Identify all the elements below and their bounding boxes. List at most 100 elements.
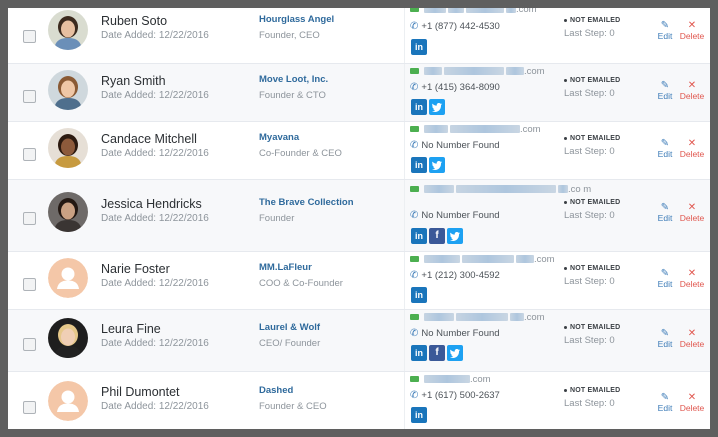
linkedin-icon[interactable]: in: [411, 287, 427, 303]
email-address[interactable]: .com: [410, 66, 558, 78]
phone-icon: ✆: [410, 140, 419, 151]
delete-button[interactable]: ✕ Delete: [678, 268, 706, 290]
delete-button[interactable]: ✕ Delete: [678, 392, 706, 414]
delete-button[interactable]: ✕ Delete: [678, 202, 706, 224]
pencil-square-icon: ✎: [660, 268, 670, 279]
delete-button[interactable]: ✕ Delete: [678, 328, 706, 350]
x-icon: ✕: [687, 20, 697, 31]
email-redacted: [466, 8, 504, 14]
phone-icon: ✆: [410, 328, 419, 339]
column-divider: [404, 180, 405, 251]
row-checkbox[interactable]: [23, 148, 36, 161]
job-title: Co-Founder & CEO: [259, 148, 342, 159]
pencil-square-icon: ✎: [660, 20, 670, 31]
status-dot-icon: [564, 78, 567, 82]
company-link[interactable]: MM.LaFleur: [259, 262, 312, 273]
row-checkbox[interactable]: [23, 212, 36, 225]
linkedin-icon[interactable]: in: [411, 157, 427, 173]
delete-button[interactable]: ✕ Delete: [678, 80, 706, 102]
social-links: in f: [411, 228, 463, 244]
twitter-icon[interactable]: [429, 99, 445, 115]
status-text: NOT EMAILED: [570, 199, 621, 206]
phone-number: ✆ No Number Found: [410, 210, 500, 221]
edit-button[interactable]: ✎ Edit: [655, 268, 675, 290]
status-badge: NOT EMAILED: [564, 17, 620, 24]
email-redacted: [424, 185, 454, 194]
job-title: Founder: [259, 213, 295, 224]
company-link[interactable]: Dashed: [259, 385, 293, 396]
last-step: Last Step: 0: [564, 88, 615, 99]
email-address[interactable]: .com: [410, 254, 558, 266]
facebook-icon[interactable]: f: [429, 228, 445, 244]
phone-number: ✆ +1 (212) 300-4592: [410, 270, 500, 281]
last-step: Last Step: 0: [564, 276, 615, 287]
date-added: Date Added: 12/22/2016: [101, 90, 209, 101]
date-added: Date Added: 12/22/2016: [101, 338, 209, 349]
twitter-icon[interactable]: [447, 345, 463, 361]
phone-number: ✆ +1 (415) 364-8090: [410, 82, 500, 93]
delete-button[interactable]: ✕ Delete: [678, 20, 706, 42]
phone-text: +1 (617) 500-2637: [421, 390, 500, 401]
row-checkbox[interactable]: [23, 338, 36, 351]
edit-button[interactable]: ✎ Edit: [655, 202, 675, 224]
linkedin-icon[interactable]: in: [411, 407, 427, 423]
table-row: Phil Dumontet Date Added: 12/22/2016 Dashe…: [8, 372, 710, 429]
edit-button[interactable]: ✎ Edit: [655, 138, 675, 160]
envelope-icon: [410, 68, 419, 75]
company-link[interactable]: Hourglass Angel: [259, 14, 334, 25]
edit-button[interactable]: ✎ Edit: [655, 392, 675, 414]
row-checkbox[interactable]: [23, 30, 36, 43]
email-suffix: .com: [516, 8, 537, 15]
social-links: in: [411, 287, 427, 303]
phone-text: +1 (877) 442-4530: [421, 21, 500, 32]
email-suffix: .com: [520, 124, 541, 135]
email-address[interactable]: .com: [410, 124, 558, 136]
status-text: NOT EMAILED: [570, 135, 621, 142]
linkedin-icon[interactable]: in: [411, 99, 427, 115]
delete-button[interactable]: ✕ Delete: [678, 138, 706, 160]
linkedin-icon[interactable]: in: [411, 228, 427, 244]
email-redacted: [516, 255, 534, 264]
last-step: Last Step: 0: [564, 398, 615, 409]
row-checkbox[interactable]: [23, 278, 36, 291]
email-address[interactable]: .com: [410, 8, 558, 16]
edit-button[interactable]: ✎ Edit: [655, 328, 675, 350]
company-link[interactable]: The Brave Collection: [259, 197, 354, 208]
email-address[interactable]: .com: [410, 374, 558, 386]
column-divider: [404, 252, 405, 309]
avatar: [48, 258, 88, 298]
company-link[interactable]: Move Loot, Inc.: [259, 74, 328, 85]
linkedin-icon[interactable]: in: [411, 39, 427, 55]
facebook-icon[interactable]: f: [429, 345, 445, 361]
email-redacted: [462, 255, 514, 264]
email-redacted: [506, 67, 524, 76]
edit-button[interactable]: ✎ Edit: [655, 80, 675, 102]
email-redacted: [424, 125, 448, 134]
row-checkbox[interactable]: [23, 401, 36, 414]
company-link[interactable]: Laurel & Wolf: [259, 322, 320, 333]
avatar: [48, 192, 88, 232]
phone-text: No Number Found: [421, 210, 500, 221]
delete-label: Delete: [679, 31, 705, 41]
envelope-icon: [410, 376, 419, 383]
pencil-square-icon: ✎: [660, 138, 670, 149]
pencil-square-icon: ✎: [660, 80, 670, 91]
row-checkbox[interactable]: [23, 90, 36, 103]
date-added: Date Added: 12/22/2016: [101, 213, 209, 224]
company-link[interactable]: Myavana: [259, 132, 299, 143]
x-icon: ✕: [687, 328, 697, 339]
email-address[interactable]: .co m: [410, 184, 591, 196]
linkedin-icon[interactable]: in: [411, 345, 427, 361]
avatar: [48, 381, 88, 421]
status-badge: NOT EMAILED: [564, 199, 620, 206]
status-badge: NOT EMAILED: [564, 387, 620, 394]
email-address[interactable]: .com: [410, 312, 558, 324]
twitter-icon[interactable]: [447, 228, 463, 244]
email-redacted: [448, 8, 464, 14]
phone-number: ✆ +1 (617) 500-2637: [410, 390, 500, 401]
edit-button[interactable]: ✎ Edit: [655, 20, 675, 42]
job-title: COO & Co-Founder: [259, 278, 343, 289]
twitter-icon[interactable]: [429, 157, 445, 173]
contact-name: Ruben Soto: [101, 14, 168, 28]
phone-text: +1 (415) 364-8090: [421, 82, 500, 93]
